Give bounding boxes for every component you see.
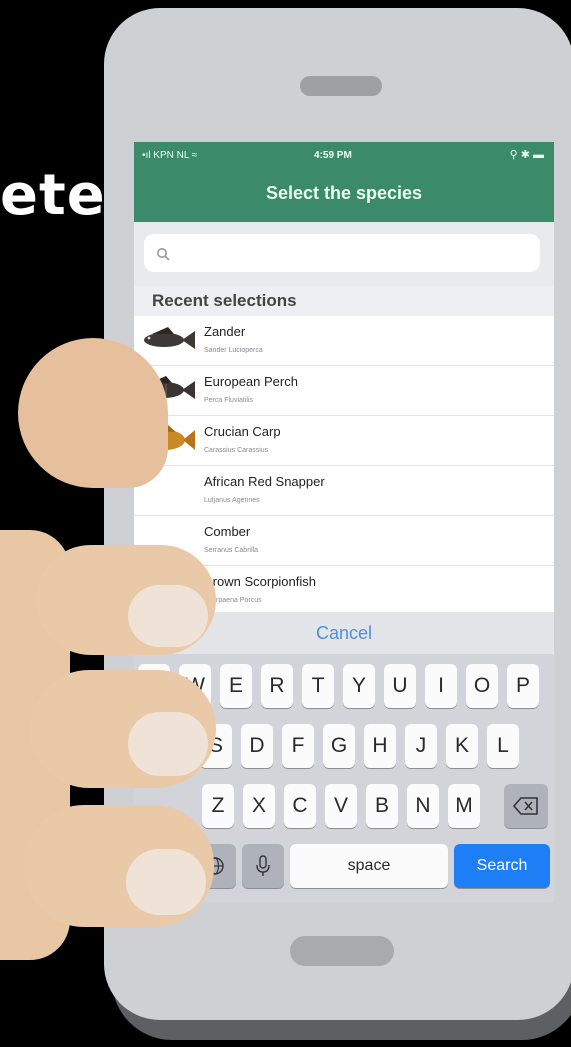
key-t[interactable]: T	[302, 664, 334, 708]
battery-icon: ⚲ ✱ ▬	[509, 149, 544, 161]
carrier-signal: •ıl KPN NL ≈	[142, 150, 198, 161]
key-u[interactable]: U	[384, 664, 416, 708]
phone-home-button[interactable]	[290, 936, 394, 966]
phone-screen: •ıl KPN NL ≈ 4:59 PM ⚲ ✱ ▬ Select the sp…	[134, 142, 554, 902]
key-y[interactable]: Y	[343, 664, 375, 708]
search-input[interactable]	[144, 234, 540, 272]
item-name: African Red Snapper	[204, 474, 325, 489]
list-item[interactable]: African Red Snapper Lutjanus Agennes	[134, 466, 554, 516]
search-area	[134, 222, 554, 286]
fingernail	[128, 585, 208, 647]
key-l[interactable]: L	[487, 724, 519, 768]
search-icon	[157, 248, 170, 261]
item-scientific-name: Lutjanus Agennes	[204, 497, 260, 504]
microphone-key[interactable]	[242, 844, 284, 888]
key-k[interactable]: K	[446, 724, 478, 768]
item-scientific-name: Sander Lucioperca	[204, 347, 263, 354]
space-key[interactable]: space	[290, 844, 448, 888]
key-x[interactable]: X	[243, 784, 275, 828]
hand-finger-ring	[24, 805, 214, 927]
list-item[interactable]: Crucian Carp Carassius Carassius	[134, 416, 554, 466]
key-d[interactable]: D	[241, 724, 273, 768]
item-scientific-name: Serranus Cabrilla	[204, 547, 259, 554]
item-name: Comber	[204, 524, 251, 539]
key-p[interactable]: P	[507, 664, 539, 708]
key-c[interactable]: C	[284, 784, 316, 828]
list-item[interactable]: Zander Sander Lucioperca	[134, 316, 554, 366]
fingernail	[126, 849, 206, 915]
key-j[interactable]: J	[405, 724, 437, 768]
status-bar: •ıl KPN NL ≈ 4:59 PM ⚲ ✱ ▬	[134, 142, 554, 168]
key-b[interactable]: B	[366, 784, 398, 828]
key-g[interactable]: G	[323, 724, 355, 768]
headline-text: ete	[0, 163, 106, 228]
key-r[interactable]: R	[261, 664, 293, 708]
backspace-key[interactable]	[504, 784, 548, 828]
key-f[interactable]: F	[282, 724, 314, 768]
item-name: European Perch	[204, 374, 298, 389]
fingernail	[128, 712, 208, 776]
hand-thumb	[18, 338, 168, 488]
key-i[interactable]: I	[425, 664, 457, 708]
hand-finger-middle	[30, 670, 216, 788]
key-z[interactable]: Z	[202, 784, 234, 828]
hand-finger-index	[36, 545, 216, 655]
item-name: Crucian Carp	[204, 424, 281, 439]
item-scientific-name: Perca Fluviatilis	[204, 397, 254, 404]
item-name: Zander	[204, 324, 246, 339]
key-o[interactable]: O	[466, 664, 498, 708]
microphone-icon	[256, 855, 270, 876]
backspace-icon	[512, 797, 538, 815]
status-time: 4:59 PM	[314, 150, 352, 161]
key-v[interactable]: V	[325, 784, 357, 828]
phone-speaker	[300, 76, 382, 96]
key-n[interactable]: N	[407, 784, 439, 828]
section-header-recent: Recent selections	[134, 286, 554, 316]
list-item[interactable]: European Perch Perca Fluviatilis	[134, 366, 554, 416]
key-h[interactable]: H	[364, 724, 396, 768]
zander-fish-icon	[144, 327, 195, 349]
key-e[interactable]: E	[220, 664, 252, 708]
item-name: Brown Scorpionfish	[204, 574, 316, 589]
key-m[interactable]: M	[448, 784, 480, 828]
search-key[interactable]: Search	[454, 844, 550, 888]
page-title: Select the species	[134, 168, 554, 222]
item-scientific-name: Carassius Carassius	[204, 447, 269, 454]
